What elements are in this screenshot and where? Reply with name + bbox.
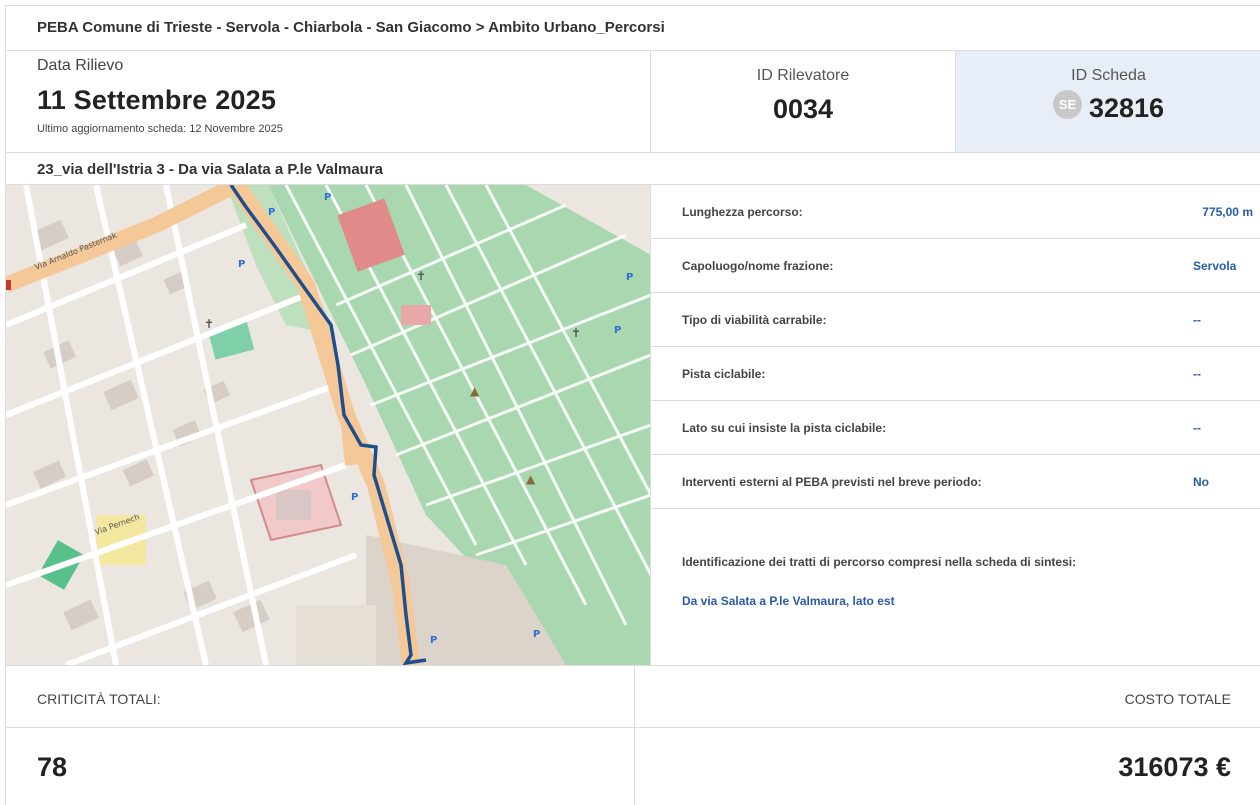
parking-icon: P [626, 272, 633, 283]
church-icon: ✝ [571, 326, 581, 340]
detail-value: Servola [1193, 258, 1237, 273]
detail-value: -- [1193, 366, 1201, 381]
totals-row: CRITICITÀ TOTALI: 78 COSTO TOTALE 316073… [6, 665, 1260, 805]
identification-value: Da via Salata a P.le Valmaura, lato est [682, 594, 895, 608]
map-marker [6, 280, 11, 290]
details-panel: Lunghezza percorso: 775,00 m Capoluogo/n… [651, 185, 1260, 665]
survey-date-value: 11 Settembre 2025 [37, 85, 277, 115]
map-block [401, 305, 431, 325]
route-map[interactable]: ✝ ✝ ✝ ▲ ▲ P P P P P P P P Via Arnaldo Pa… [6, 185, 651, 665]
surveyor-id-label: ID Rilevatore [756, 67, 850, 84]
detail-label: Tipo di viabilità carrabile: [682, 312, 827, 327]
church-icon: ✝ [204, 317, 214, 331]
parking-icon: P [351, 492, 358, 503]
map-canvas: ✝ ✝ ✝ ▲ ▲ P P P P P P P P Via Arnaldo Pa… [6, 185, 650, 665]
costo-value: 316073 € [1118, 752, 1231, 782]
map-block [296, 605, 376, 665]
parking-icon: P [324, 192, 331, 203]
detail-label: Lunghezza percorso: [682, 204, 803, 219]
sheet-id-label: ID Scheda [1071, 67, 1146, 84]
criticita-cell: CRITICITÀ TOTALI: 78 [6, 666, 635, 805]
detail-row-viabilita: Tipo di viabilità carrabile: -- [651, 293, 1260, 347]
parking-icon: P [430, 635, 437, 646]
detail-row-lato: Lato su cui insiste la pista ciclabile: … [651, 401, 1260, 455]
identification-label: Identificazione dei tratti di percorso c… [682, 555, 1077, 569]
scheda-sintesi: PEBA Comune di Trieste - Servola - Chiar… [5, 5, 1260, 805]
detail-label: Capoluogo/nome frazione: [682, 258, 834, 273]
parking-icon: P [533, 629, 540, 640]
page-title: PEBA Comune di Trieste - Servola - Chiar… [6, 5, 1260, 51]
costo-cell: COSTO TOTALE 316073 € [635, 666, 1260, 805]
detail-row-frazione: Capoluogo/nome frazione: Servola [651, 239, 1260, 293]
surveyor-id-value: 0034 [772, 94, 834, 124]
parking-icon: P [614, 325, 621, 336]
survey-date-cell: Data Rilievo 11 Settembre 2025 Ultimo ag… [6, 51, 651, 152]
detail-row-length: Lunghezza percorso: 775,00 m [651, 185, 1260, 239]
detail-value: -- [1193, 312, 1201, 327]
detail-label: Interventi esterni al PEBA previsti nel … [682, 474, 982, 489]
identification-block: Identificazione dei tratti di percorso c… [651, 539, 1260, 641]
detail-row-pista: Pista ciclabile: -- [651, 347, 1260, 401]
surveyor-id-cell: ID Rilevatore 0034 [651, 51, 956, 152]
monument-icon: ▲ [526, 472, 536, 486]
sheet-type-badge: SE [1052, 90, 1082, 119]
criticita-value: 78 [37, 752, 68, 782]
church-icon: ✝ [416, 269, 426, 283]
map-building [276, 490, 311, 520]
sheet-id-value: 32816 [1088, 93, 1165, 123]
route-name: 23_via dell'Istria 3 - Da via Salata a P… [6, 153, 1260, 185]
detail-label: Lato su cui insiste la pista ciclabile: [682, 420, 887, 435]
detail-row-interventi: Interventi esterni al PEBA previsti nel … [651, 455, 1260, 509]
detail-value: 775,00 m [1202, 204, 1253, 219]
detail-value: No [1193, 474, 1209, 489]
parking-icon: P [238, 259, 245, 270]
header-row: Data Rilievo 11 Settembre 2025 Ultimo ag… [6, 51, 1260, 153]
survey-date-label: Data Rilievo [37, 57, 124, 74]
criticita-label: CRITICITÀ TOTALI: [6, 666, 634, 728]
detail-value: -- [1193, 420, 1201, 435]
detail-label: Pista ciclabile: [682, 366, 766, 381]
last-updated-text: Ultimo aggiornamento scheda: 12 Novembre… [37, 123, 283, 135]
monument-icon: ▲ [470, 384, 480, 398]
costo-label: COSTO TOTALE [635, 666, 1260, 728]
parking-icon: P [268, 207, 275, 218]
sheet-id-cell: ID Scheda SE 32816 [956, 51, 1260, 152]
